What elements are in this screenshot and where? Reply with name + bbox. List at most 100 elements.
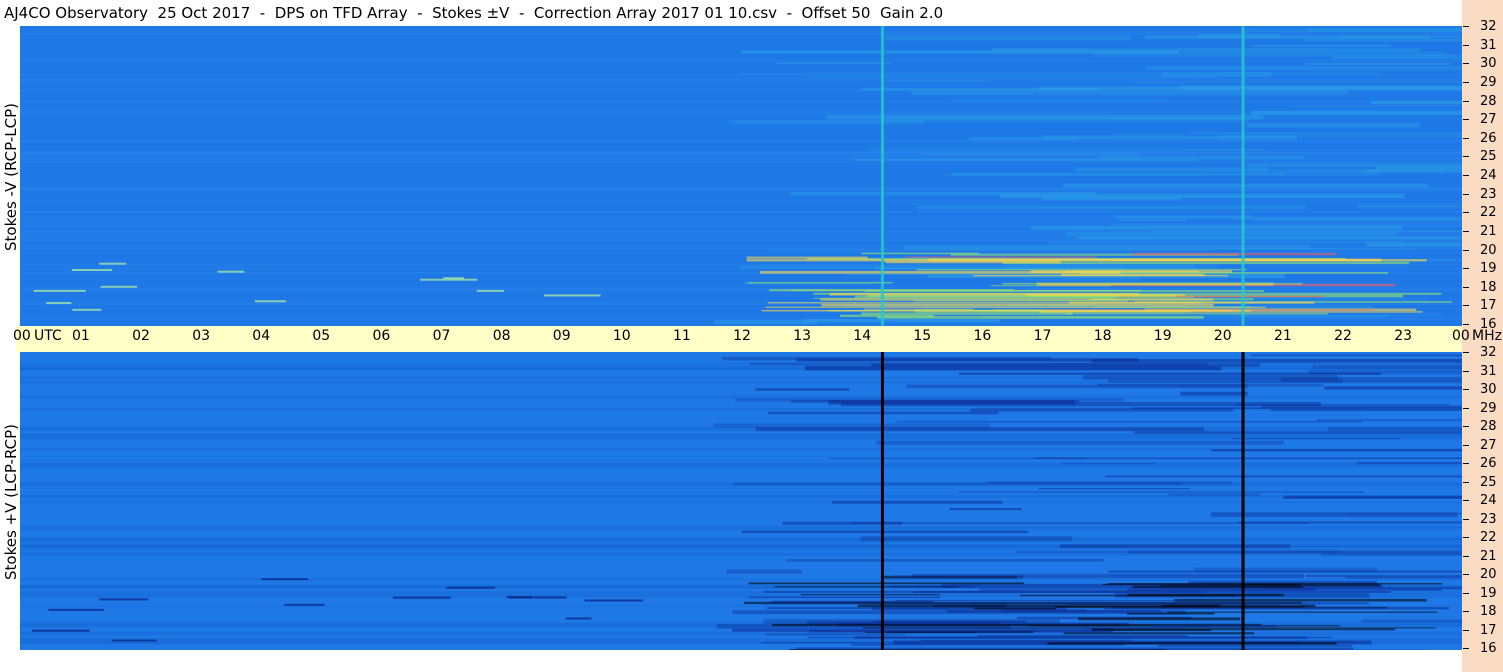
heatmap-activity-streak bbox=[1108, 379, 1343, 383]
heatmap-activity-streak bbox=[776, 62, 892, 65]
heatmap-activity-streak bbox=[738, 73, 1194, 75]
heatmap-activity-streak bbox=[728, 119, 924, 125]
heatmap-activity-streak bbox=[987, 481, 1233, 485]
heatmap-activity-streak bbox=[1151, 230, 1462, 233]
heatmap-horizontal-band bbox=[20, 578, 1462, 581]
heatmap-bright-band bbox=[913, 591, 1391, 593]
heatmap-bright-band bbox=[800, 594, 940, 596]
heatmap-activity-streak bbox=[722, 356, 1051, 361]
frequency-tick-label: 18 bbox=[1480, 279, 1497, 295]
heatmap-activity-streak bbox=[1328, 426, 1462, 432]
heatmap-activity-streak bbox=[949, 508, 1022, 511]
heatmap-short-streak bbox=[255, 300, 287, 303]
frequency-tick-label: 23 bbox=[1480, 186, 1497, 202]
heatmap-activity-streak bbox=[1187, 132, 1462, 135]
heatmap-activity-streak bbox=[1194, 567, 1378, 573]
heatmap-activity-streak bbox=[1038, 488, 1190, 490]
heatmap-bright-band bbox=[863, 308, 974, 310]
heatmap-activity-streak bbox=[911, 90, 1349, 96]
heatmap-activity-streak bbox=[1240, 27, 1462, 32]
heatmap-horizontal-band bbox=[20, 202, 1462, 205]
heatmap-activity-streak bbox=[854, 158, 1199, 162]
heatmap-bright-band bbox=[946, 609, 1162, 613]
heatmap-activity-streak bbox=[1006, 264, 1195, 269]
chart-title: AJ4CO Observatory 25 Oct 2017 - DPS on T… bbox=[4, 4, 944, 22]
heatmap-bright-band bbox=[1063, 632, 1255, 635]
frequency-tick-label: 30 bbox=[1480, 382, 1497, 397]
top-ylabel-text: Stokes -V (RCP-LCP) bbox=[2, 103, 20, 251]
heatmap-activity-streak bbox=[1250, 110, 1462, 115]
utc-tick-label: 17 bbox=[1033, 328, 1052, 344]
frequency-tick-label: 18 bbox=[1480, 604, 1497, 619]
frequency-tick-mark bbox=[1463, 286, 1469, 288]
heatmap-activity-streak bbox=[802, 318, 1000, 323]
frequency-tick-label: 26 bbox=[1480, 130, 1497, 146]
heatmap-activity-streak bbox=[1060, 462, 1156, 465]
heatmap-horizontal-band bbox=[20, 160, 1462, 164]
spectrogram-svg bbox=[20, 352, 1462, 650]
heatmap-activity-streak bbox=[1231, 437, 1401, 440]
heatmap-bright-band bbox=[761, 309, 1251, 312]
utc-tick-label: 00 bbox=[1452, 328, 1470, 344]
heatmap-activity-streak bbox=[860, 87, 1101, 91]
heatmap-horizontal-band bbox=[20, 140, 1462, 143]
frequency-tick-label: 29 bbox=[1480, 74, 1497, 90]
utc-tick-label: 19 bbox=[1153, 328, 1172, 344]
frequency-tick-label: 31 bbox=[1480, 363, 1497, 379]
bottom-spectrogram-panel bbox=[20, 352, 1462, 650]
heatmap-activity-streak bbox=[1250, 354, 1462, 357]
frequency-tick-mark bbox=[1463, 268, 1469, 270]
heatmap-short-streak bbox=[31, 629, 90, 632]
heatmap-horizontal-band bbox=[20, 317, 1462, 321]
utc-tick-label: 03 bbox=[192, 328, 211, 344]
heatmap-horizontal-band bbox=[20, 539, 1462, 542]
heatmap-short-streak bbox=[565, 617, 592, 620]
heatmap-horizontal-band bbox=[20, 151, 1462, 153]
utc-tick-label: 06 bbox=[372, 328, 391, 344]
heatmap-activity-streak bbox=[741, 530, 1029, 533]
heatmap-activity-streak bbox=[949, 99, 1168, 103]
heatmap-activity-streak bbox=[1356, 461, 1462, 465]
heatmap-bright-band bbox=[905, 256, 1097, 258]
heatmap-activity-streak bbox=[1324, 386, 1462, 390]
heatmap-activity-streak bbox=[1305, 38, 1462, 42]
heatmap-bright-band bbox=[1078, 617, 1241, 621]
heatmap-bright-band bbox=[885, 260, 1061, 264]
heatmap-activity-streak bbox=[1251, 44, 1391, 47]
heatmap-short-streak bbox=[261, 578, 309, 581]
frequency-tick-mark bbox=[1463, 175, 1469, 176]
heatmap-activity-streak bbox=[861, 536, 1073, 542]
vertical-interference-line bbox=[880, 26, 884, 326]
heatmap-activity-streak bbox=[951, 172, 1285, 176]
frequency-tick-label: 22 bbox=[1480, 205, 1497, 221]
heatmap-short-streak bbox=[72, 308, 102, 311]
heatmap-activity-streak bbox=[1065, 231, 1398, 236]
heatmap-horizontal-band bbox=[20, 199, 1462, 202]
heatmap-activity-streak bbox=[1270, 409, 1462, 411]
heatmap-activity-streak bbox=[726, 569, 802, 574]
heatmap-activity-streak bbox=[714, 320, 817, 325]
heatmap-horizontal-band bbox=[20, 549, 1462, 551]
heatmap-bright-band bbox=[748, 582, 1025, 585]
heatmap-bright-band bbox=[790, 289, 1143, 291]
frequency-tick-mark bbox=[1463, 463, 1469, 464]
heatmap-bright-band bbox=[889, 585, 974, 588]
heatmap-activity-streak bbox=[873, 620, 1027, 623]
heatmap-horizontal-band bbox=[20, 395, 1462, 399]
frequency-tick-label: 17 bbox=[1480, 622, 1497, 638]
frequency-tick-label: 30 bbox=[1480, 56, 1497, 72]
heatmap-activity-streak bbox=[1356, 204, 1462, 209]
heatmap-short-streak bbox=[99, 262, 127, 265]
frequency-tick-label: 27 bbox=[1480, 112, 1497, 128]
heatmap-activity-streak bbox=[886, 80, 985, 82]
heatmap-bright-band bbox=[1002, 282, 1303, 285]
heatmap-activity-streak bbox=[1133, 431, 1462, 434]
heatmap-horizontal-band bbox=[20, 77, 1462, 82]
utc-tick-label: 11 bbox=[673, 328, 691, 344]
heatmap-activity-streak bbox=[1370, 100, 1462, 105]
utc-tick-label: 14 bbox=[853, 328, 872, 344]
frequency-tick-label: 28 bbox=[1480, 93, 1497, 109]
utc-tick-label: 22 bbox=[1334, 328, 1352, 344]
utc-tick-label: 10 bbox=[612, 328, 631, 344]
frequency-tick-label: 25 bbox=[1480, 474, 1497, 490]
